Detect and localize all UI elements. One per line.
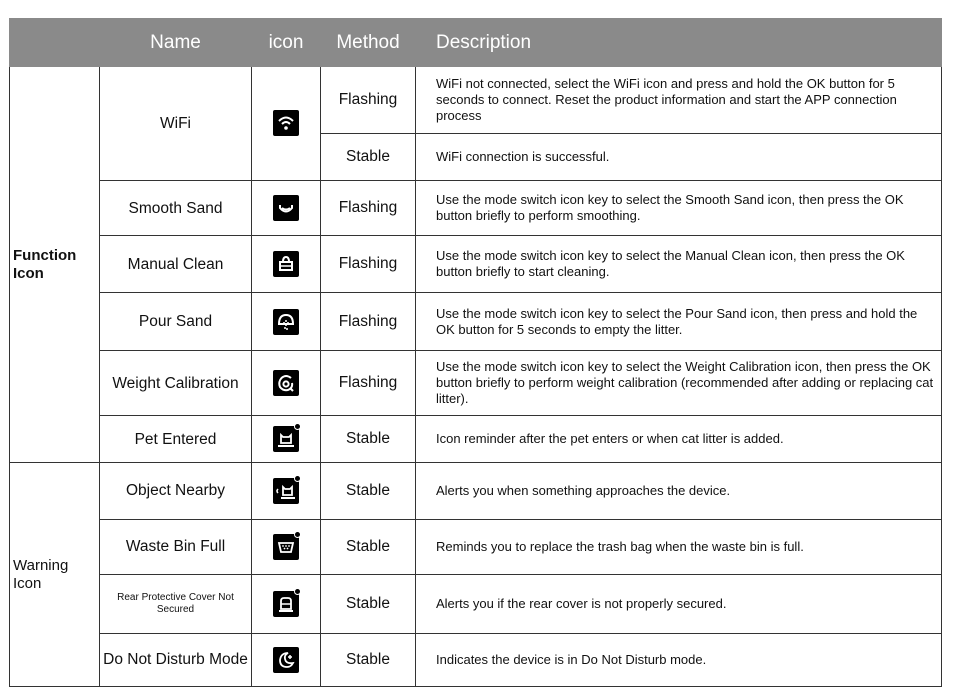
table-row: Waste Bin Full Stable Reminds you to rep… (10, 518, 942, 576)
row-name: Waste Bin Full (99, 518, 252, 576)
wifi-icon (273, 110, 299, 137)
icon-cell (251, 179, 321, 237)
row-description: Reminds you to replace the trash bag whe… (415, 518, 942, 576)
row-description: WiFi not connected, select the WiFi icon… (415, 65, 942, 135)
table-row: Pet Entered Stable Icon reminder after t… (10, 415, 942, 464)
icon-cell (251, 350, 321, 417)
table-row: Weight Calibration Flashing Use the mode… (10, 350, 942, 417)
icon-cell (251, 235, 321, 293)
row-name: Do Not Disturb Mode (99, 632, 252, 687)
row-method: Stable (320, 518, 416, 576)
header-row: Name icon Method Description (9, 18, 942, 67)
manual-clean-icon (273, 251, 299, 278)
table-row: Manual Clean Flashing Use the mode switc… (10, 235, 942, 293)
row-name: Pet Entered (99, 415, 252, 464)
icon-cell (251, 66, 321, 181)
row-method: Flashing (320, 291, 416, 352)
row-method: Flashing (320, 350, 416, 417)
pour-sand-icon (273, 308, 299, 335)
header-method: Method (320, 18, 416, 67)
table-row: Smooth Sand Flashing Use the mode switch… (10, 179, 942, 237)
table-row: Function Icon WiFi Flashing WiFi not con… (9, 65, 942, 464)
weight-calibration-icon (273, 370, 299, 397)
notification-dot (294, 530, 301, 538)
icon-cell (251, 291, 321, 352)
row-name: Object Nearby (99, 462, 252, 520)
row-description: Alerts you if the rear cover is not prop… (415, 574, 942, 634)
header-icon: icon (251, 18, 321, 67)
row-method: Stable (320, 415, 416, 464)
row-description: Use the mode switch icon key to select t… (415, 179, 942, 237)
waste-bin-full-icon (273, 530, 301, 560)
do-not-disturb-icon (273, 646, 299, 673)
icon-reference-table: Name icon Method Description Function Ic… (9, 18, 942, 687)
row-description: Alerts you when something approaches the… (415, 462, 942, 520)
row-name: Manual Clean (99, 235, 252, 293)
group-warning-label: Warning Icon (9, 462, 100, 687)
header-description: Description (415, 18, 942, 67)
icon-cell (251, 462, 321, 520)
row-description: Use the mode switch icon key to select t… (415, 235, 942, 293)
object-nearby-icon (273, 474, 301, 504)
row-name: Weight Calibration (99, 350, 252, 417)
row-method: Stable (320, 462, 416, 520)
row-description: Icon reminder after the pet enters or wh… (415, 415, 942, 464)
table-row: Do Not Disturb Mode Stable Indicates the… (10, 632, 942, 687)
notification-dot (294, 423, 301, 431)
group-function-label: Function Icon (9, 65, 100, 464)
icon-cell (251, 574, 321, 634)
smooth-sand-icon (273, 195, 299, 222)
row-description: Indicates the device is in Do Not Distur… (415, 632, 942, 687)
row-method: Stable (320, 574, 416, 634)
rear-cover-icon (273, 587, 301, 617)
notification-dot (294, 474, 301, 482)
row-method: Flashing (320, 65, 416, 135)
row-method: Stable (320, 632, 416, 687)
table-row: Rear Protective Cover Not Secured Stable… (10, 574, 942, 634)
notification-dot (294, 587, 301, 595)
header-name: Name (99, 18, 252, 67)
header-category (9, 18, 100, 67)
icon-cell (251, 415, 321, 464)
icon-cell (251, 518, 321, 576)
row-method: Flashing (320, 235, 416, 293)
row-name: Smooth Sand (99, 179, 252, 237)
row-name: WiFi (99, 66, 252, 181)
icon-cell (251, 632, 321, 687)
row-method: Flashing (320, 179, 416, 237)
row-name: Pour Sand (99, 291, 252, 352)
row-description: WiFi connection is successful. (415, 133, 942, 181)
pet-entered-icon (273, 423, 301, 453)
table-row: Pour Sand Flashing Use the mode switch i… (10, 291, 942, 352)
row-method: Stable (320, 133, 416, 181)
row-name: Rear Protective Cover Not Secured (99, 574, 252, 634)
row-description: Use the mode switch icon key to select t… (415, 350, 942, 417)
table-row: Warning Icon Object Nearby Stable Alerts… (9, 462, 942, 687)
row-description: Use the mode switch icon key to select t… (415, 291, 942, 352)
